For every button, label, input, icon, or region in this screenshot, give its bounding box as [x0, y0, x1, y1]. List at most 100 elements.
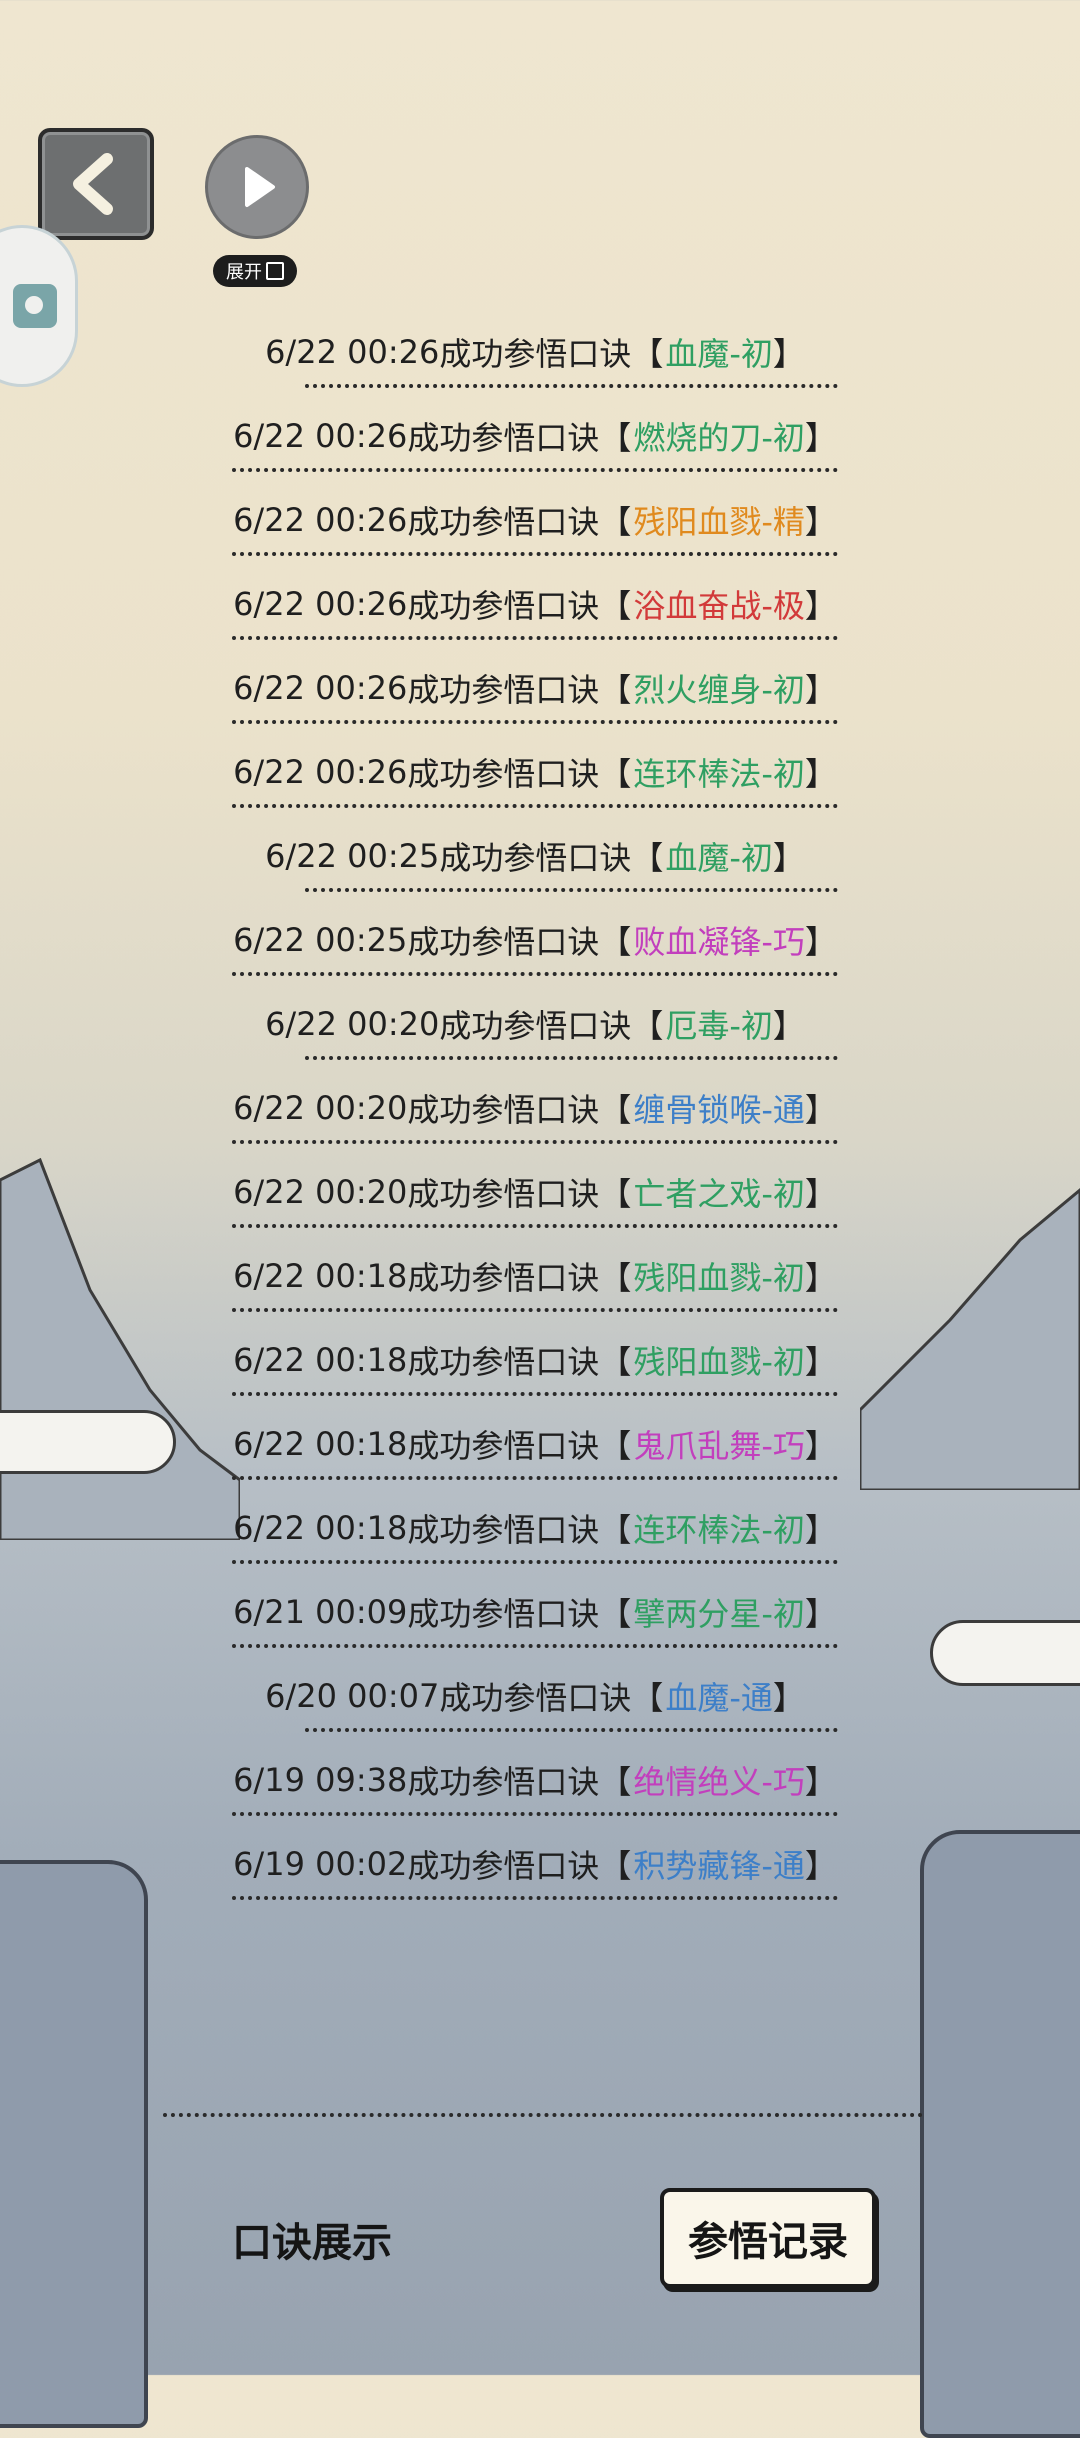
- bracket-close: 】: [804, 755, 837, 793]
- record-row: 6/22 00:18 成功参悟口诀【连环棒法-初】: [232, 1486, 838, 1570]
- back-button[interactable]: [38, 128, 154, 240]
- play-button[interactable]: [205, 135, 309, 239]
- bracket-close: 】: [804, 1847, 837, 1885]
- bracket-open: 【: [599, 923, 632, 961]
- record-action: 成功参悟口诀: [407, 755, 600, 793]
- record-row: 6/22 00:26 成功参悟口诀【燃烧的刀-初】: [232, 394, 838, 478]
- record-action: 成功参悟口诀: [407, 923, 600, 961]
- bracket-close: 】: [804, 1511, 837, 1549]
- mountain-left-decoration: [0, 1157, 240, 1540]
- bracket-close: 】: [804, 1427, 837, 1465]
- record-action: 成功参悟口诀: [407, 1091, 600, 1129]
- bracket-open: 【: [599, 587, 632, 625]
- record-skill: 败血凝锋-巧: [633, 923, 805, 961]
- bracket-close: 】: [772, 1007, 805, 1045]
- record-row: 6/22 00:20 成功参悟口诀【缠骨锁喉-通】: [232, 1066, 838, 1150]
- record-skill: 血魔-初: [665, 839, 773, 877]
- record-time: 6/22 00:20: [233, 1173, 408, 1211]
- record-row: 6/21 00:09 成功参悟口诀【擘两分星-初】: [232, 1570, 838, 1654]
- bracket-open: 【: [599, 1343, 632, 1381]
- record-action: 成功参悟口诀: [407, 1343, 600, 1381]
- record-skill: 燃烧的刀-初: [633, 419, 805, 457]
- record-skill: 厄毒-初: [665, 1007, 773, 1045]
- cloud-right-decoration: [930, 1620, 1080, 1686]
- record-action: 成功参悟口诀: [439, 1007, 632, 1045]
- tab-formula-display[interactable]: 口诀展示: [232, 2210, 392, 2268]
- record-skill: 连环棒法-初: [633, 1511, 805, 1549]
- record-time: 6/22 00:20: [233, 1089, 408, 1127]
- record-action: 成功参悟口诀: [407, 1511, 600, 1549]
- bracket-open: 【: [599, 503, 632, 541]
- record-action: 成功参悟口诀: [407, 1427, 600, 1465]
- record-time: 6/22 00:18: [233, 1257, 408, 1295]
- record-time: 6/22 00:25: [265, 837, 440, 875]
- expand-label: 展开: [226, 262, 262, 283]
- bracket-close: 】: [804, 1343, 837, 1381]
- bracket-close: 】: [804, 587, 837, 625]
- record-skill: 亡者之戏-初: [633, 1175, 805, 1213]
- bracket-close: 】: [804, 1763, 837, 1801]
- tab-enlightenment-records[interactable]: 参悟记录: [660, 2188, 876, 2288]
- record-row: 6/22 00:18 成功参悟口诀【残阳血戮-初】: [232, 1318, 838, 1402]
- bracket-close: 】: [804, 671, 837, 709]
- bracket-open: 【: [599, 1595, 632, 1633]
- bracket-open: 【: [599, 1511, 632, 1549]
- record-action: 成功参悟口诀: [439, 335, 632, 373]
- record-time: 6/20 00:07: [265, 1677, 440, 1715]
- record-skill: 连环棒法-初: [633, 755, 805, 793]
- record-time: 6/22 00:26: [233, 753, 408, 791]
- chevron-left-icon: [73, 153, 113, 215]
- expand-button[interactable]: 展开: [213, 255, 297, 287]
- bracket-close: 】: [804, 1091, 837, 1129]
- record-row: 6/22 00:18 成功参悟口诀【残阳血戮-初】: [232, 1234, 838, 1318]
- record-row: 6/20 00:07 成功参悟口诀【血魔-通】: [232, 1654, 838, 1738]
- record-row: 6/22 00:25 成功参悟口诀【血魔-初】: [232, 814, 838, 898]
- record-time: 6/22 00:26: [233, 585, 408, 623]
- bracket-open: 【: [599, 671, 632, 709]
- bracket-open: 【: [631, 839, 664, 877]
- record-time: 6/22 00:26: [233, 501, 408, 539]
- bracket-open: 【: [599, 1091, 632, 1129]
- bracket-close: 】: [804, 1175, 837, 1213]
- record-row: 6/22 00:20 成功参悟口诀【厄毒-初】: [232, 982, 838, 1066]
- bracket-close: 】: [804, 1259, 837, 1297]
- expand-icon: [266, 262, 284, 280]
- record-row: 6/22 00:26 成功参悟口诀【浴血奋战-极】: [232, 562, 838, 646]
- bracket-close: 】: [772, 839, 805, 877]
- bracket-open: 【: [599, 1427, 632, 1465]
- record-skill: 积势藏锋-通: [633, 1847, 805, 1885]
- bracket-open: 【: [599, 419, 632, 457]
- record-skill: 残阳血戮-初: [633, 1343, 805, 1381]
- bracket-close: 】: [772, 1679, 805, 1717]
- record-action: 成功参悟口诀: [407, 1259, 600, 1297]
- play-icon: [245, 167, 275, 207]
- record-action: 成功参悟口诀: [407, 1175, 600, 1213]
- record-action: 成功参悟口诀: [407, 419, 600, 457]
- record-action: 成功参悟口诀: [407, 1763, 600, 1801]
- record-action: 成功参悟口诀: [439, 1679, 632, 1717]
- record-action: 成功参悟口诀: [407, 587, 600, 625]
- side-app-badge[interactable]: [0, 225, 78, 387]
- record-row: 6/22 00:20 成功参悟口诀【亡者之戏-初】: [232, 1150, 838, 1234]
- bottom-divider: [163, 2113, 923, 2117]
- bracket-close: 】: [804, 1595, 837, 1633]
- record-time: 6/22 00:26: [265, 333, 440, 371]
- record-row: 6/22 00:26 成功参悟口诀【残阳血戮-精】: [232, 478, 838, 562]
- bracket-open: 【: [631, 335, 664, 373]
- rock-left-decoration: [0, 1860, 148, 2428]
- app-logo-icon: [13, 284, 57, 328]
- record-action: 成功参悟口诀: [407, 671, 600, 709]
- record-skill: 缠骨锁喉-通: [633, 1091, 805, 1129]
- record-action: 成功参悟口诀: [407, 1847, 600, 1885]
- record-time: 6/19 00:02: [233, 1845, 408, 1883]
- bracket-close: 】: [804, 419, 837, 457]
- record-skill: 烈火缠身-初: [633, 671, 805, 709]
- record-skill: 血魔-通: [665, 1679, 773, 1717]
- record-time: 6/19 09:38: [233, 1761, 408, 1799]
- record-time: 6/22 00:18: [233, 1509, 408, 1547]
- record-row: 6/22 00:26 成功参悟口诀【血魔-初】: [232, 310, 838, 394]
- record-list[interactable]: 6/22 00:26 成功参悟口诀【血魔-初】 6/22 00:26 成功参悟口诀【燃…: [232, 310, 838, 1930]
- record-skill: 鬼爪乱舞-巧: [633, 1427, 805, 1465]
- record-skill: 残阳血戮-精: [633, 503, 805, 541]
- mountain-right-decoration: [860, 1188, 1080, 1490]
